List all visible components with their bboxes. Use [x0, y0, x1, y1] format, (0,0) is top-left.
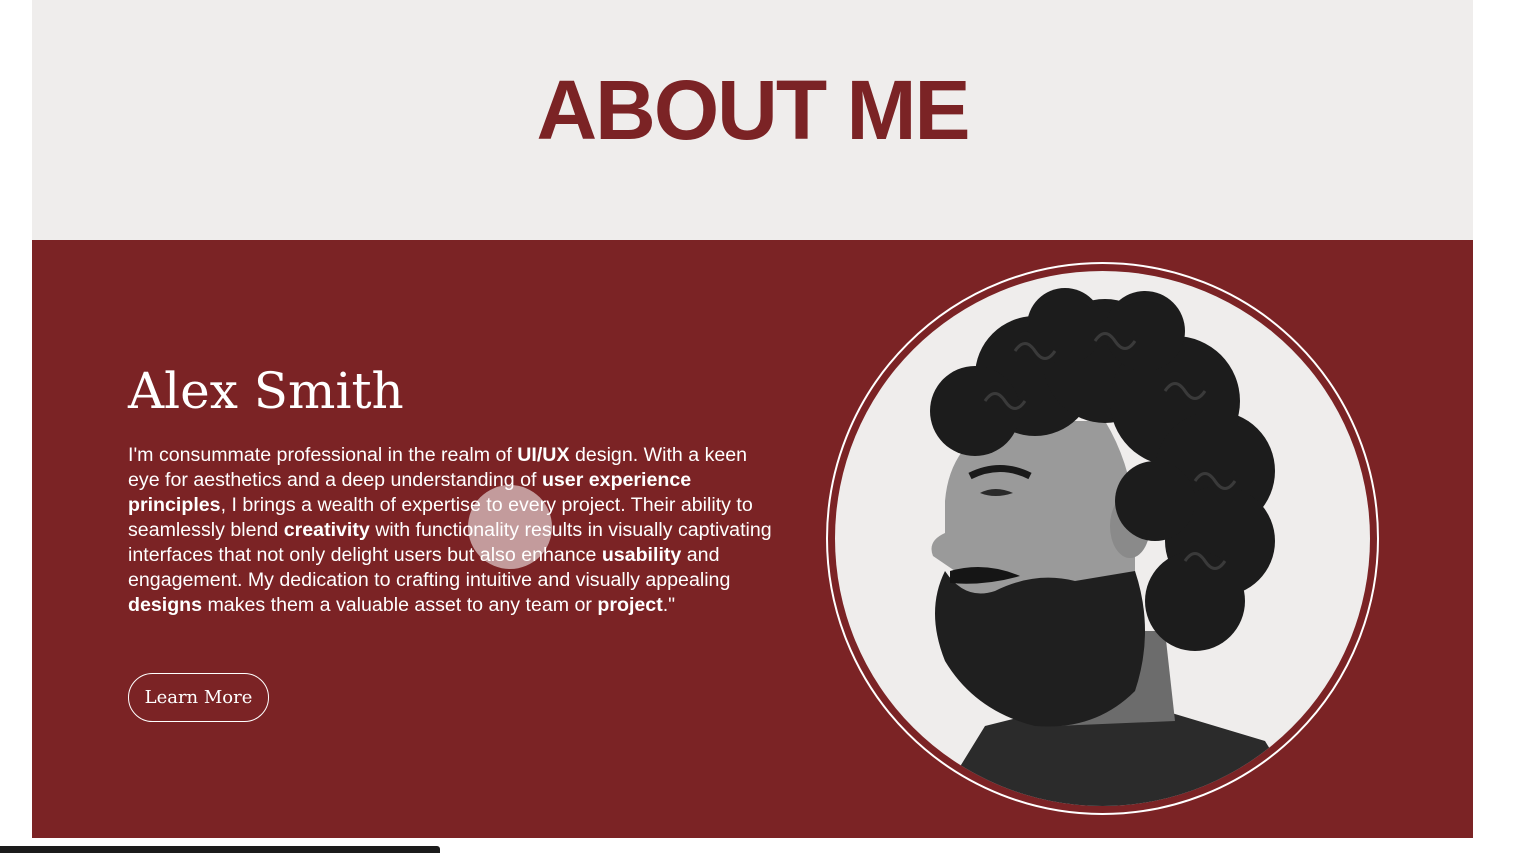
bio-text: makes them a valuable asset to any team … [202, 594, 598, 616]
page-title: ABOUT ME [536, 63, 971, 157]
cursor-highlight [468, 485, 552, 569]
bio-paragraph: I'm consummate professional in the realm… [128, 443, 778, 618]
bio-text: I'm consummate professional in the realm… [128, 444, 518, 466]
person-name: Alex Smith [128, 362, 404, 420]
page: ABOUT ME Alex Smith I'm consummate profe… [0, 0, 1534, 853]
video-progress-bar [0, 846, 440, 853]
bio-text: ." [662, 594, 676, 616]
bio-keyword: UI/UX [517, 444, 570, 466]
bio-keyword: usability [601, 544, 682, 566]
portrait-illustration [925, 288, 1305, 806]
learn-more-button[interactable]: Learn More [128, 673, 269, 722]
bio-keyword: creativity [283, 519, 370, 541]
about-section: ABOUT ME Alex Smith I'm consummate profe… [32, 0, 1473, 838]
header-band: ABOUT ME [32, 0, 1473, 240]
about-panel: Alex Smith I'm consummate professional i… [32, 240, 1473, 838]
bio-keyword: designs [128, 594, 203, 616]
portrait-photo [835, 271, 1370, 806]
bio-keyword: project [597, 594, 663, 616]
